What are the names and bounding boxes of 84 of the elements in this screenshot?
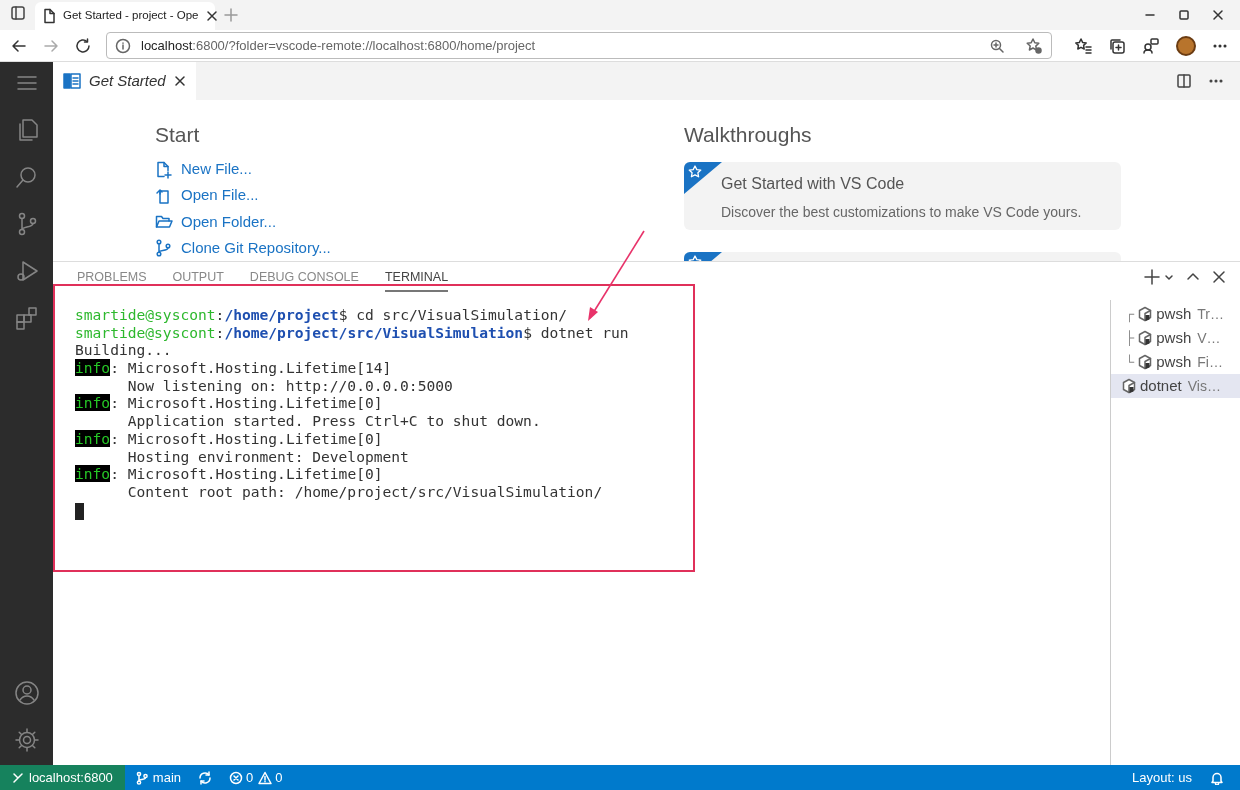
chevron-down-icon[interactable]: [1164, 272, 1174, 282]
bell-icon[interactable]: [1210, 770, 1224, 785]
terminal-line: info: Microsoft.Hosting.Lifetime[0]: [75, 394, 384, 413]
extensions-icon[interactable]: [1142, 36, 1160, 55]
maximize-icon[interactable]: [1178, 9, 1190, 21]
warning-icon: [258, 770, 273, 785]
close-icon[interactable]: [1212, 9, 1224, 21]
terminal-line: info: Microsoft.Hosting.Lifetime[0]: [75, 429, 384, 448]
terminal-cube-icon: [1137, 306, 1154, 322]
terminal-line: Content root path: /home/project/src/VisualSimulation/: [126, 482, 604, 501]
account-icon[interactable]: [13, 680, 40, 706]
terminal-line: Now listening on: http://0.0.0.0:5000: [126, 376, 454, 395]
terminal-item[interactable]: ┌ pwsh Tr…: [1111, 302, 1240, 326]
browser-tab[interactable]: Get Started - project - Ope: [35, 2, 215, 30]
terminal-name: pwsh: [1156, 327, 1192, 348]
url-text: localhost:6800/?folder=vscode-remote://localhost:6800/home/project: [141, 36, 537, 55]
book-icon: [63, 72, 81, 90]
terminal-name: dotnet: [1140, 375, 1182, 396]
avatar[interactable]: [1176, 35, 1196, 56]
terminal-line: smartide@syscont:/home/project$ cd src/VisualSimulation/: [75, 306, 569, 324]
zoom-icon[interactable]: [989, 37, 1005, 54]
close-icon[interactable]: [1212, 270, 1226, 284]
add-favorite-icon[interactable]: [1025, 36, 1043, 55]
collections-icon[interactable]: [1108, 36, 1126, 55]
terminal-name: pwsh: [1156, 303, 1192, 324]
terminal-cursor: [75, 502, 84, 520]
add-icon[interactable]: [1144, 269, 1160, 285]
card-description: Discover the best customizations to make VS Code yours.: [721, 202, 1083, 222]
terminal-item[interactable]: dotnet Vis…: [1111, 374, 1240, 398]
sync-icon[interactable]: [197, 769, 214, 786]
terminal-title: Vis…: [1187, 376, 1221, 396]
split-editor-icon[interactable]: [1176, 73, 1192, 89]
terminal-name: pwsh: [1156, 351, 1192, 372]
close-icon[interactable]: [205, 10, 218, 22]
remote-indicator[interactable]: localhost:6800: [0, 765, 125, 790]
terminal-cube-icon: [1121, 378, 1137, 394]
settings-icon[interactable]: [13, 727, 40, 753]
star-badge-icon: [684, 161, 722, 194]
terminal-cube-icon: [1137, 330, 1154, 346]
tab-label: Get Started: [89, 70, 166, 91]
problems-item[interactable]: 0 0: [229, 767, 283, 788]
new-file-icon: [155, 160, 173, 179]
tab-title: Get Started - project - Ope: [63, 8, 199, 24]
start-link[interactable]: Clone Git Repository...: [155, 234, 683, 261]
terminal-cube-icon: [1137, 354, 1154, 370]
page-icon: [42, 8, 56, 24]
panel-tab[interactable]: OUTPUT: [172, 266, 224, 292]
editor-tab[interactable]: Get Started: [53, 62, 196, 100]
terminal-line: Building...: [75, 341, 173, 360]
section-heading: Start: [155, 122, 201, 148]
terminal-title: Tr…: [1197, 304, 1224, 324]
panel-tab[interactable]: PROBLEMS: [77, 266, 147, 292]
terminal-item[interactable]: ├ pwsh V…: [1111, 326, 1240, 350]
branch-item[interactable]: main: [134, 767, 182, 788]
favorites-icon[interactable]: [1074, 36, 1092, 55]
tab-actions-icon[interactable]: [8, 3, 28, 23]
start-link[interactable]: New File...: [155, 156, 683, 183]
section-heading: Walkthroughs: [684, 122, 813, 148]
terminal-line: info: Microsoft.Hosting.Lifetime[14]: [75, 359, 393, 377]
git-branch-icon: [134, 770, 149, 785]
close-icon[interactable]: [173, 75, 186, 87]
panel-tab[interactable]: DEBUG CONSOLE: [249, 266, 359, 292]
error-icon: [229, 770, 244, 785]
terminal-line: Hosting environment: Development: [126, 447, 410, 466]
remote-icon: [12, 771, 24, 784]
start-link[interactable]: Open File...: [155, 182, 683, 209]
terminal-item[interactable]: └ pwsh Fi…: [1111, 350, 1240, 374]
info-icon: [115, 37, 131, 54]
tree-line: └: [1125, 353, 1135, 372]
address-bar[interactable]: localhost:6800/?folder=vscode-remote://localhost:6800/home/project: [106, 32, 1052, 59]
refresh-icon[interactable]: [74, 36, 92, 55]
terminal-line: Application started. Press Ctrl+C to shut down.: [126, 412, 542, 430]
tree-line: ├: [1125, 329, 1135, 348]
panel-tab[interactable]: TERMINAL: [384, 266, 449, 292]
card-title: Get Started with VS Code: [721, 173, 906, 194]
terminal-title: V…: [1197, 328, 1221, 348]
start-link[interactable]: Open Folder...: [155, 208, 683, 235]
terminal-line: info: Microsoft.Hosting.Lifetime[0]: [75, 465, 384, 483]
walkthrough-card[interactable]: Get Started with VS Code Discover the best customizations to make VS Code yours.: [684, 161, 1121, 230]
tree-line: ┌: [1125, 305, 1135, 324]
terminal-title: Fi…: [1197, 352, 1223, 372]
terminal-line: smartide@syscont:/home/project/src/VisualSimulation$ dotnet run: [75, 323, 630, 342]
git-branch-icon: [155, 238, 173, 257]
keyboard-layout[interactable]: Layout: us: [1132, 767, 1192, 788]
